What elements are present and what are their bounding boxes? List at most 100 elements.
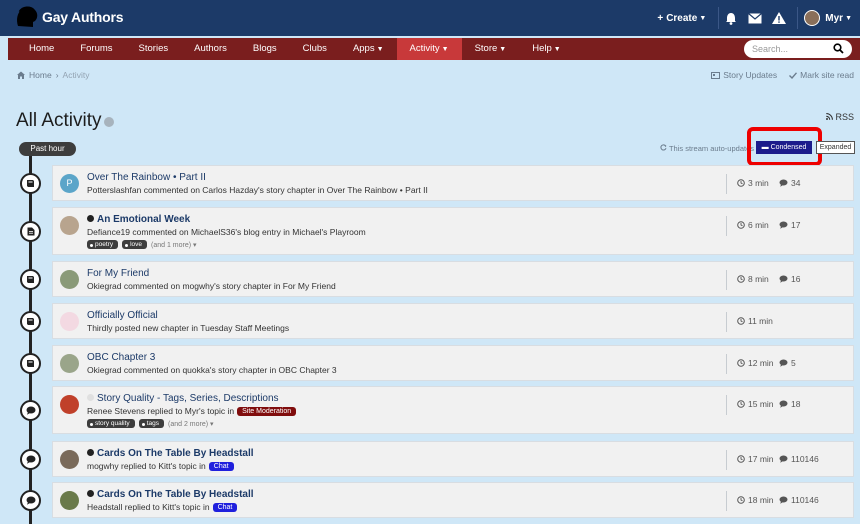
breadcrumb-home[interactable]: Home — [29, 70, 52, 80]
book-icon — [20, 173, 41, 194]
timestamp-text: 12 min — [748, 358, 774, 368]
main-nav: Home Forums Stories Authors Blogs Clubs Apps ▼ A… — [8, 38, 860, 60]
tag[interactable]: love — [122, 240, 148, 249]
rss-link[interactable]: RSS — [825, 112, 854, 122]
timestamp-text: 11 min — [748, 316, 773, 326]
tag[interactable]: tags — [138, 419, 164, 428]
activity-item[interactable]: OBC Chapter 3 Okiegrad commented on quokk… — [52, 345, 854, 381]
comment-icon — [779, 275, 788, 283]
avatar[interactable]: P — [60, 174, 79, 193]
tag[interactable]: poetry — [87, 240, 119, 249]
activity-item[interactable]: Officially Official Thirdly posted new ch… — [52, 303, 854, 339]
warning-icon[interactable] — [767, 0, 791, 36]
auto-update-note: This stream auto-updates — [660, 144, 754, 153]
activity-description-text: mogwhy replied to Kitt's topic in — [87, 461, 206, 471]
nav-item-forums[interactable]: Forums — [67, 38, 125, 60]
activity-title[interactable]: OBC Chapter 3 — [87, 352, 155, 363]
activity-item[interactable]: An Emotional Week Defiance19 commented on… — [52, 207, 854, 255]
avatar[interactable] — [60, 354, 79, 373]
mail-icon[interactable] — [743, 0, 767, 36]
nav-item-activity[interactable]: Activity ▼ — [396, 38, 462, 60]
nav-item-label: Apps — [352, 43, 375, 54]
avatar[interactable] — [60, 270, 79, 289]
unread-dot-icon — [87, 449, 94, 456]
activity-title[interactable]: An Emotional Week — [87, 214, 190, 225]
avatar[interactable] — [60, 491, 79, 510]
comment-count-text: 110146 — [791, 454, 819, 464]
header-divider — [797, 7, 799, 29]
nav-item-apps[interactable]: Apps ▼ — [340, 38, 397, 60]
logo-head-icon — [17, 6, 38, 28]
top-header: Gay Authors + Create ▼ Myr ▼ — [0, 0, 860, 36]
nav-item-label: Store — [474, 43, 498, 54]
site-logo[interactable]: Gay Authors — [14, 4, 123, 30]
activity-item[interactable]: P Over The Rainbow • Part II Potterslashfa… — [52, 165, 854, 201]
comment-count: 5 — [779, 358, 796, 368]
timestamp-text: 8 min — [748, 274, 769, 284]
activity-title-text: Cards On The Table By Headstall — [97, 448, 254, 459]
activity-item[interactable]: Cards On The Table By Headstall Headstall… — [52, 482, 854, 518]
chevron-down-icon: ▾ — [208, 420, 214, 428]
book-icon — [20, 269, 41, 290]
comment-icon — [779, 221, 788, 229]
avatar[interactable] — [60, 216, 79, 235]
activity-title-text: An Emotional Week — [97, 214, 191, 225]
activity-title[interactable]: Cards On The Table By Headstall — [87, 489, 254, 500]
mark-site-read-link[interactable]: Mark site read — [789, 70, 854, 80]
activity-item[interactable]: Cards On The Table By Headstall mogwhy re… — [52, 441, 854, 477]
avatar[interactable] — [60, 395, 79, 414]
comment-icon — [779, 400, 788, 408]
search-input[interactable]: Search... — [744, 40, 852, 58]
story-updates-link[interactable]: Story Updates — [711, 70, 777, 80]
activity-description-text: Okiegrad commented on mogwhy's story cha… — [87, 281, 336, 291]
activity-meta: 6 min 17 — [726, 216, 800, 236]
activity-item[interactable]: For My Friend Okiegrad commented on mogwh… — [52, 261, 854, 297]
user-menu[interactable]: Myr ▼ — [804, 10, 860, 26]
unread-dot-icon — [87, 490, 94, 497]
activity-title[interactable]: Cards On The Table By Headstall — [87, 448, 254, 459]
avatar[interactable] — [60, 450, 79, 469]
forum-badge[interactable]: Chat — [208, 461, 234, 471]
chevron-down-icon: ▼ — [699, 14, 707, 22]
activity-description-text: Defiance19 commented on MichaelS36's blo… — [87, 227, 366, 237]
nav-item-authors[interactable]: Authors — [181, 38, 240, 60]
rss-icon — [825, 113, 833, 120]
search-icon[interactable] — [833, 43, 844, 54]
activity-title[interactable]: Officially Official — [87, 310, 158, 321]
tag-list: story quality tags (and 2 more) ▾ — [87, 419, 214, 428]
timestamp: 18 min — [737, 495, 774, 505]
comment-count-text: 110146 — [791, 495, 819, 505]
nav-item-stories[interactable]: Stories — [126, 38, 182, 60]
timestamp-text: 3 min — [748, 178, 769, 188]
comment-count-text: 16 — [791, 274, 801, 284]
comment-count: 110146 — [779, 454, 819, 464]
nav-item-home[interactable]: Home — [16, 38, 67, 60]
clock-icon — [737, 317, 745, 325]
avatar[interactable] — [60, 312, 79, 331]
clock-icon — [737, 455, 745, 463]
bell-icon[interactable] — [719, 0, 743, 36]
forum-badge[interactable]: Chat — [212, 502, 238, 512]
nav-item-label: Help — [532, 43, 552, 54]
nav-item-blogs[interactable]: Blogs — [240, 38, 290, 60]
condensed-view-button[interactable]: ▬ Condensed — [756, 141, 812, 154]
nav-item-store[interactable]: Store ▼ — [462, 38, 520, 60]
activity-title[interactable]: For My Friend — [87, 268, 149, 279]
more-tags-link[interactable]: (and 1 more) ▾ — [151, 241, 197, 249]
forum-badge[interactable]: Site Moderation — [237, 406, 297, 416]
more-tags-link[interactable]: (and 2 more) ▾ — [168, 420, 214, 428]
activity-title[interactable]: Story Quality - Tags, Series, Descriptio… — [87, 393, 279, 404]
read-dot-icon — [87, 394, 94, 401]
follow-check-icon[interactable] — [104, 117, 114, 127]
activity-item[interactable]: Story Quality - Tags, Series, Descriptio… — [52, 386, 854, 434]
clock-icon — [737, 400, 745, 408]
tag[interactable]: story quality — [87, 419, 135, 428]
nav-item-clubs[interactable]: Clubs — [290, 38, 340, 60]
expanded-view-button[interactable]: Expanded — [816, 141, 855, 154]
activity-title[interactable]: Over The Rainbow • Part II — [87, 172, 206, 183]
nav-item-help[interactable]: Help ▼ — [519, 38, 573, 60]
activity-meta: 15 min 18 — [726, 395, 800, 415]
timestamp-text: 6 min — [748, 220, 769, 230]
timestamp: 6 min — [737, 220, 769, 230]
create-button[interactable]: + Create ▼ — [647, 7, 720, 29]
